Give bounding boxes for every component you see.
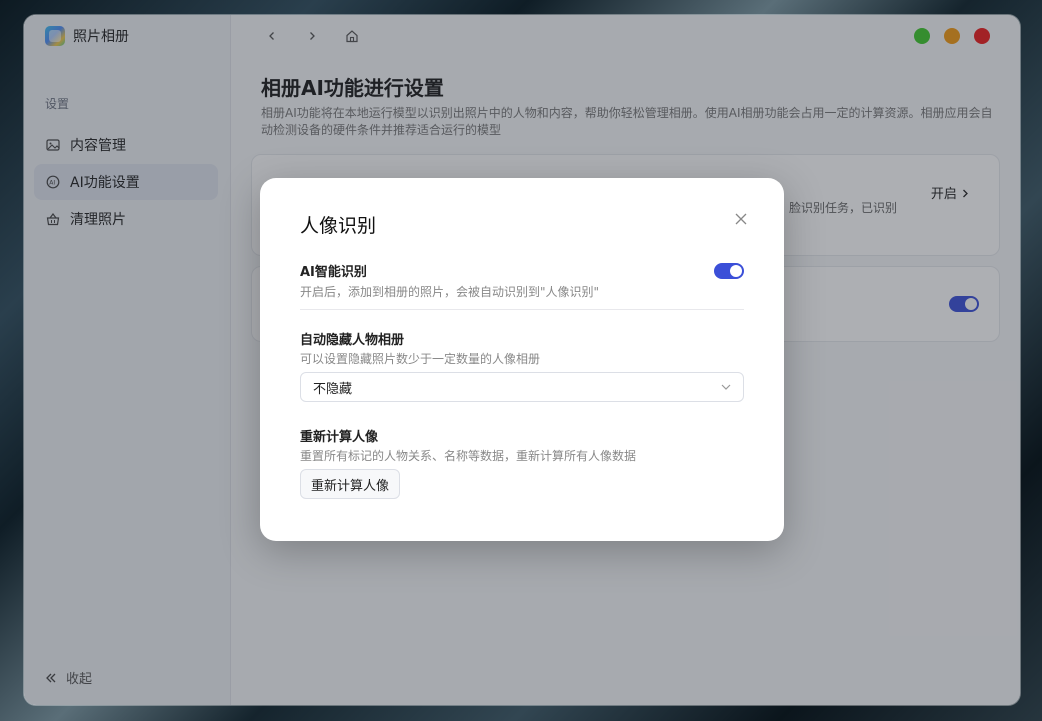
- recalc-title: 重新计算人像: [300, 430, 379, 445]
- ai-recognition-description: 开启后，添加到相册的照片，会被自动识别到"人像识别": [300, 285, 600, 299]
- auto-hide-description: 可以设置隐藏照片数少于一定数量的人像相册: [300, 352, 541, 366]
- divider: [300, 309, 744, 310]
- close-icon[interactable]: [734, 212, 748, 226]
- dialog-title: 人像识别: [300, 215, 377, 237]
- auto-hide-selected-value: 不隐藏: [313, 381, 353, 397]
- chevron-down-icon: [721, 384, 731, 390]
- ai-recognition-toggle[interactable]: [714, 263, 744, 279]
- auto-hide-title: 自动隐藏人物相册: [300, 333, 405, 348]
- auto-hide-select[interactable]: 不隐藏: [300, 372, 744, 402]
- ai-recognition-title: AI智能识别: [300, 265, 367, 280]
- recalc-button[interactable]: 重新计算人像: [300, 469, 401, 499]
- recalc-description: 重置所有标记的人物关系、名称等数据，重新计算所有人像数据: [300, 449, 637, 463]
- face-recognition-dialog: 人像识别 AI智能识别 开启后，添加到相册的照片，会被自动识别到"人像识别" 自…: [260, 178, 784, 541]
